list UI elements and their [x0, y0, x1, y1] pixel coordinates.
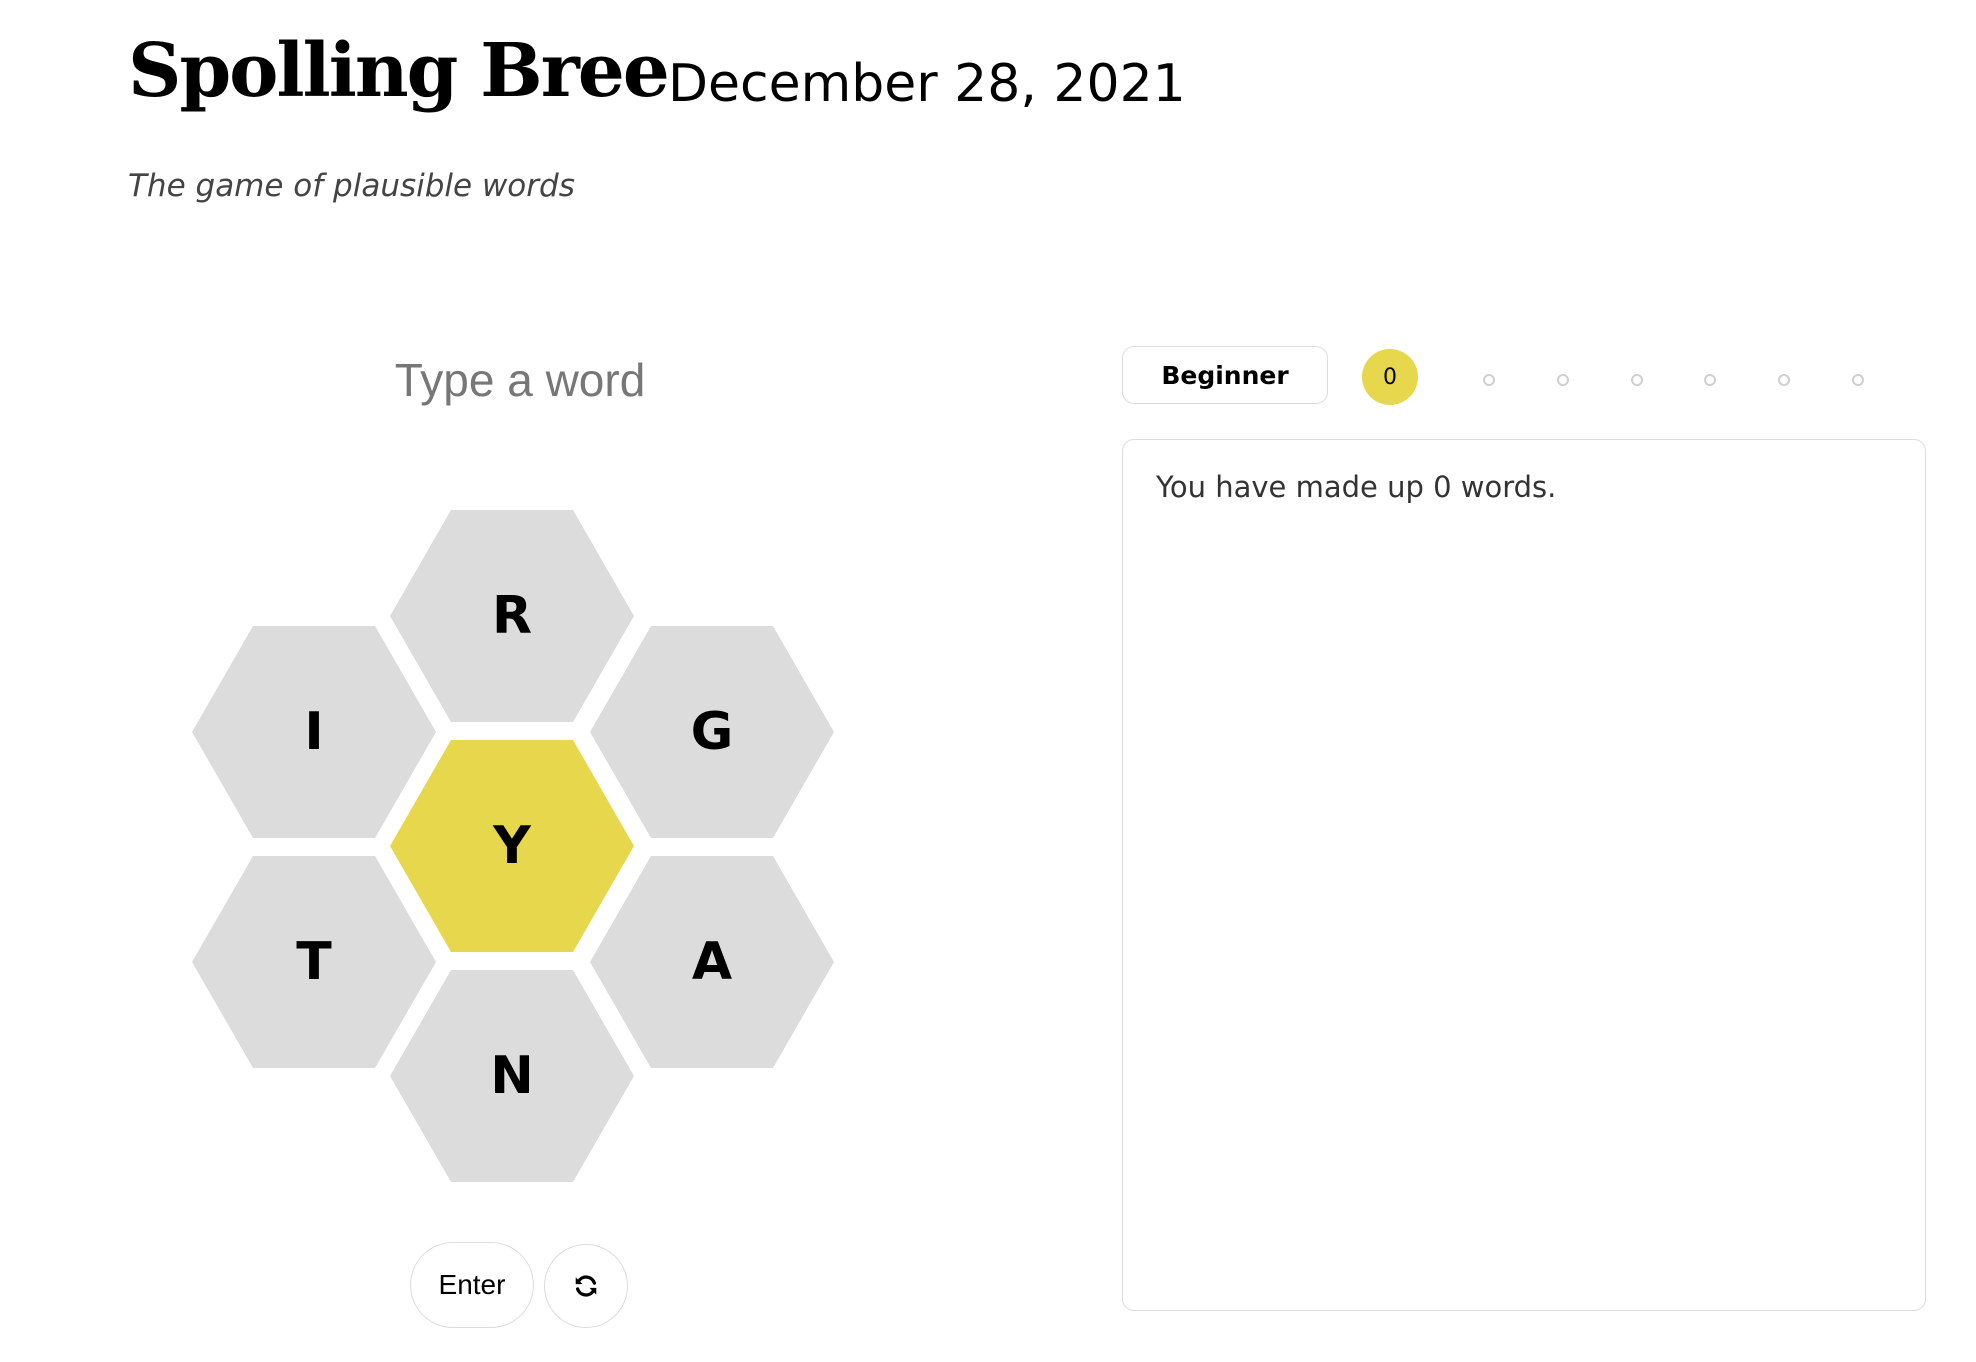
hive-letter: R	[491, 586, 533, 646]
shuffle-button[interactable]	[544, 1244, 628, 1328]
hive-letter: I	[304, 702, 324, 762]
page-title: Spolling Bree	[128, 28, 670, 114]
hive-letter: T	[296, 932, 332, 992]
progress-step-dot	[1778, 374, 1790, 386]
hive-cell-upper-right[interactable]: G	[590, 626, 834, 838]
word-input[interactable]	[260, 345, 780, 415]
hive-cell-center[interactable]: Y	[390, 740, 634, 952]
puzzle-date: December 28, 2021	[668, 54, 1186, 114]
enter-button[interactable]: Enter	[410, 1242, 534, 1328]
hive-center-letter: Y	[493, 816, 531, 876]
hive-cell-upper-left[interactable]: I	[192, 626, 436, 838]
page-subtitle: The game of plausible words	[128, 168, 575, 204]
hive-letter: A	[691, 932, 733, 992]
letter-hive: R I G Y T A N	[0, 0, 1000, 1362]
progress-step-dot	[1557, 374, 1569, 386]
hive-cell-lower-right[interactable]: A	[590, 856, 834, 1068]
progress-step-dot	[1483, 374, 1495, 386]
found-words-summary: You have made up 0 words.	[1156, 470, 1557, 504]
progress-step-dot	[1704, 374, 1716, 386]
refresh-icon	[575, 1275, 597, 1297]
hive-letter: N	[490, 1046, 534, 1106]
hive-letter: G	[690, 702, 734, 762]
page: Spolling Bree December 28, 2021 The game…	[0, 0, 1976, 1362]
hive-cell-lower-left[interactable]: T	[192, 856, 436, 1068]
progress-step-dot	[1852, 374, 1864, 386]
rank-button[interactable]: Beginner	[1122, 346, 1328, 404]
found-words-panel: You have made up 0 words.	[1122, 439, 1926, 1311]
progress-step-dot	[1631, 374, 1643, 386]
score-badge: 0	[1362, 349, 1418, 405]
hive-cell-bottom[interactable]: N	[390, 970, 634, 1182]
hive-cell-top[interactable]: R	[390, 510, 634, 722]
